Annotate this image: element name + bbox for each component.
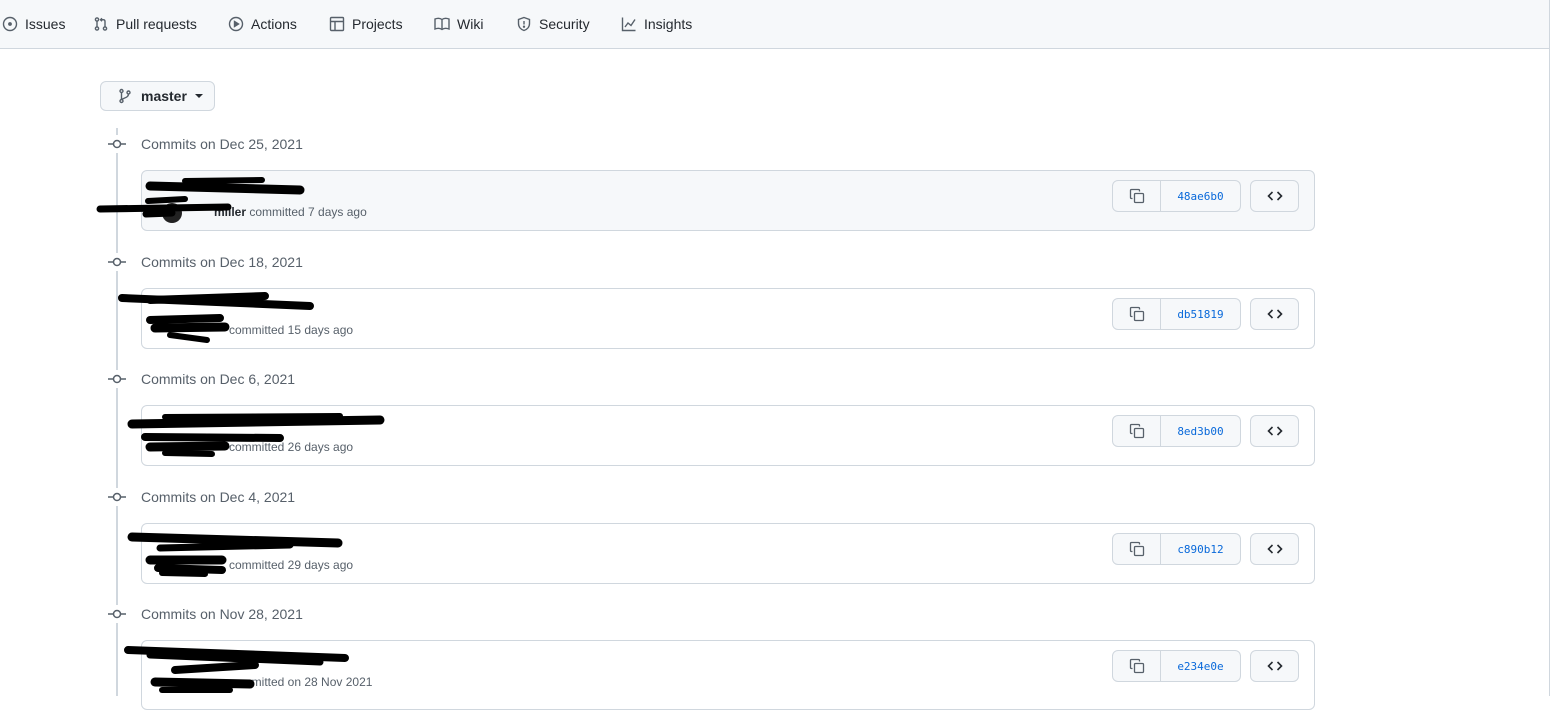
table-icon: [329, 16, 345, 32]
commit-item: committed 29 days ago c890b12: [141, 523, 1315, 584]
tab-actions-label: Actions: [251, 16, 297, 32]
commit-group-header: Commits on Dec 4, 2021: [108, 487, 295, 507]
caret-down-icon: [194, 94, 203, 98]
commit-group-date: Commits on Dec 25, 2021: [141, 136, 303, 152]
commit-author[interactable]: miller: [214, 205, 246, 219]
copy-icon: [1129, 541, 1144, 557]
tab-wiki[interactable]: Wiki: [434, 0, 483, 48]
copy-icon: [1129, 188, 1144, 204]
commit-meta: committed 26 days ago: [229, 440, 353, 454]
branch-select-button[interactable]: master: [100, 81, 215, 111]
commit-meta: committed 15 days ago: [229, 323, 353, 337]
commit-time: committed 26 days ago: [229, 440, 354, 454]
git-commit-icon: [108, 488, 126, 506]
commit-group-date: Commits on Dec 6, 2021: [141, 371, 296, 387]
copy-sha-button[interactable]: [1112, 298, 1161, 330]
code-icon: [1266, 309, 1283, 319]
commit-sha-link[interactable]: c890b12: [1161, 533, 1241, 565]
commit-group-header: Commits on Dec 6, 2021: [108, 369, 295, 389]
commit-item: committed on 28 Nov 2021 e234e0e: [141, 640, 1315, 710]
shield-icon: [517, 16, 531, 32]
tab-projects[interactable]: Projects: [329, 0, 403, 48]
commit-meta: committed on 28 Nov 2021: [229, 675, 372, 689]
copy-sha-button[interactable]: [1112, 415, 1161, 447]
commit-sha-link[interactable]: db51819: [1161, 298, 1241, 330]
browse-repo-button[interactable]: [1250, 415, 1299, 447]
issue-opened-icon: [2, 16, 18, 32]
tab-issues[interactable]: Issues: [2, 0, 65, 48]
book-icon: [434, 17, 450, 31]
browse-repo-button[interactable]: [1250, 298, 1299, 330]
commit-time: committed 7 days ago: [249, 205, 367, 219]
commit-meta: miller committed 7 days ago: [214, 205, 367, 219]
copy-sha-button[interactable]: [1112, 650, 1161, 682]
browse-repo-button[interactable]: [1250, 650, 1299, 682]
browse-repo-button[interactable]: [1250, 533, 1299, 565]
git-branch-icon: [119, 88, 131, 104]
commit-group-date: Commits on Nov 28, 2021: [141, 606, 303, 622]
tab-actions[interactable]: Actions: [228, 0, 297, 48]
commit-sha-link[interactable]: 48ae6b0: [1161, 180, 1241, 212]
repo-nav: Issues Pull requests Actions Projects Wi…: [0, 0, 1549, 49]
tab-security-label: Security: [539, 16, 590, 32]
git-commit-icon: [108, 135, 126, 153]
commit-sha-link[interactable]: 8ed3b00: [1161, 415, 1241, 447]
copy-sha-button[interactable]: [1112, 533, 1161, 565]
code-icon: [1266, 661, 1283, 671]
tab-wiki-label: Wiki: [457, 16, 484, 32]
commit-item: committed 26 days ago 8ed3b00: [141, 405, 1315, 466]
git-commit-icon: [108, 370, 126, 388]
tab-pull-requests[interactable]: Pull requests: [93, 0, 197, 48]
page-edge-divider: [1549, 0, 1550, 696]
code-icon: [1266, 544, 1283, 554]
copy-icon: [1129, 658, 1144, 674]
copy-icon: [1129, 306, 1144, 322]
commit-actions: 48ae6b0: [1112, 180, 1299, 212]
graph-icon: [621, 17, 636, 32]
commit-group-header: Commits on Nov 28, 2021: [108, 604, 303, 624]
commit-actions: 8ed3b00: [1112, 415, 1299, 447]
branch-name: master: [141, 88, 187, 104]
code-icon: [1266, 191, 1283, 201]
commit-actions: e234e0e: [1112, 650, 1299, 682]
browse-repo-button[interactable]: [1250, 180, 1299, 212]
tab-issues-label: Issues: [25, 16, 66, 32]
commit-actions: c890b12: [1112, 533, 1299, 565]
commit-time: committed 29 days ago: [229, 558, 354, 572]
copy-icon: [1129, 423, 1144, 439]
code-icon: [1266, 426, 1283, 436]
tab-pull-requests-label: Pull requests: [116, 16, 197, 32]
commit-item: committed 15 days ago db51819: [141, 288, 1315, 349]
git-pull-request-icon: [94, 17, 108, 31]
tab-security[interactable]: Security: [516, 0, 590, 48]
commit-group-date: Commits on Dec 4, 2021: [141, 489, 296, 505]
commit-group-header: Commits on Dec 18, 2021: [108, 252, 303, 272]
tab-projects-label: Projects: [352, 16, 403, 32]
avatar: [162, 203, 182, 223]
commit-sha-link[interactable]: e234e0e: [1161, 650, 1241, 682]
commit-actions: db51819: [1112, 298, 1299, 330]
commit-time: committed on 28 Nov 2021: [229, 675, 373, 689]
git-commit-icon: [108, 605, 126, 623]
play-icon: [228, 16, 244, 32]
commit-time: committed 15 days ago: [229, 323, 354, 337]
git-commit-icon: [108, 253, 126, 271]
tab-insights-label: Insights: [644, 16, 693, 32]
copy-sha-button[interactable]: [1112, 180, 1161, 212]
tab-insights[interactable]: Insights: [621, 0, 692, 48]
commit-group-header: Commits on Dec 25, 2021: [108, 134, 303, 154]
commit-item: miller committed 7 days ago 48ae6b0: [141, 170, 1315, 231]
commit-meta: committed 29 days ago: [229, 558, 353, 572]
commit-group-date: Commits on Dec 18, 2021: [141, 254, 303, 270]
